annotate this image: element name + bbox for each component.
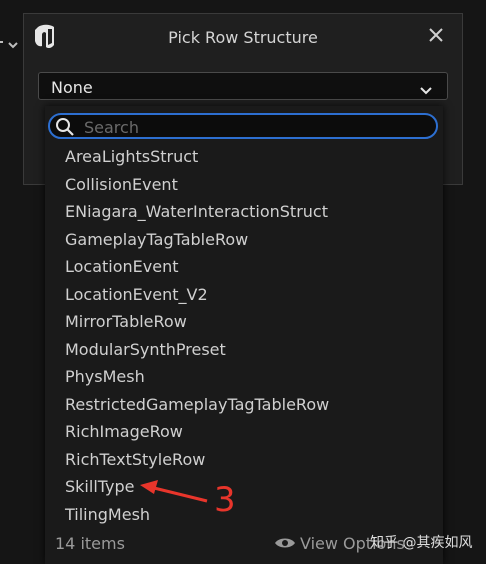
list-item[interactable]: LocationEvent_V2 — [45, 281, 443, 309]
list-item[interactable]: RichTextStyleRow — [45, 446, 443, 474]
list-item[interactable]: AreaLightsStruct — [45, 143, 443, 171]
row-structure-list: AreaLightsStruct CollisionEvent ENiagara… — [45, 143, 443, 528]
list-item[interactable]: PhysMesh — [45, 363, 443, 391]
row-structure-menu: AreaLightsStruct CollisionEvent ENiagara… — [45, 106, 443, 564]
list-item[interactable]: RichImageRow — [45, 418, 443, 446]
dialog-title: Pick Row Structure — [168, 28, 318, 47]
list-item[interactable]: SkillType — [45, 473, 443, 501]
search-icon — [55, 117, 75, 137]
list-item[interactable]: MirrorTableRow — [45, 308, 443, 336]
list-item[interactable]: CollisionEvent — [45, 171, 443, 199]
search-input[interactable] — [82, 116, 426, 138]
list-item[interactable]: GameplayTagTableRow — [45, 226, 443, 254]
chevron-down-icon — [419, 81, 433, 95]
annotation-number: 3 — [214, 480, 236, 520]
eye-icon — [274, 535, 296, 549]
close-icon[interactable] — [426, 25, 446, 45]
list-item[interactable]: ModularSynthPreset — [45, 336, 443, 364]
list-item[interactable]: LocationEvent — [45, 253, 443, 281]
dropdown-selected-value: None — [51, 78, 93, 97]
dialog-titlebar: Pick Row Structure — [24, 14, 462, 60]
list-item[interactable]: ENiagara_WaterInteractionStruct — [45, 198, 443, 226]
background-chevron-icon — [0, 36, 22, 56]
watermark: 知乎 @其疾如风 — [370, 535, 473, 551]
item-count: 14 items — [55, 534, 125, 553]
search-box — [48, 113, 438, 139]
list-item[interactable]: RestrictedGameplayTagTableRow — [45, 391, 443, 419]
row-structure-dropdown[interactable]: None — [38, 72, 448, 100]
